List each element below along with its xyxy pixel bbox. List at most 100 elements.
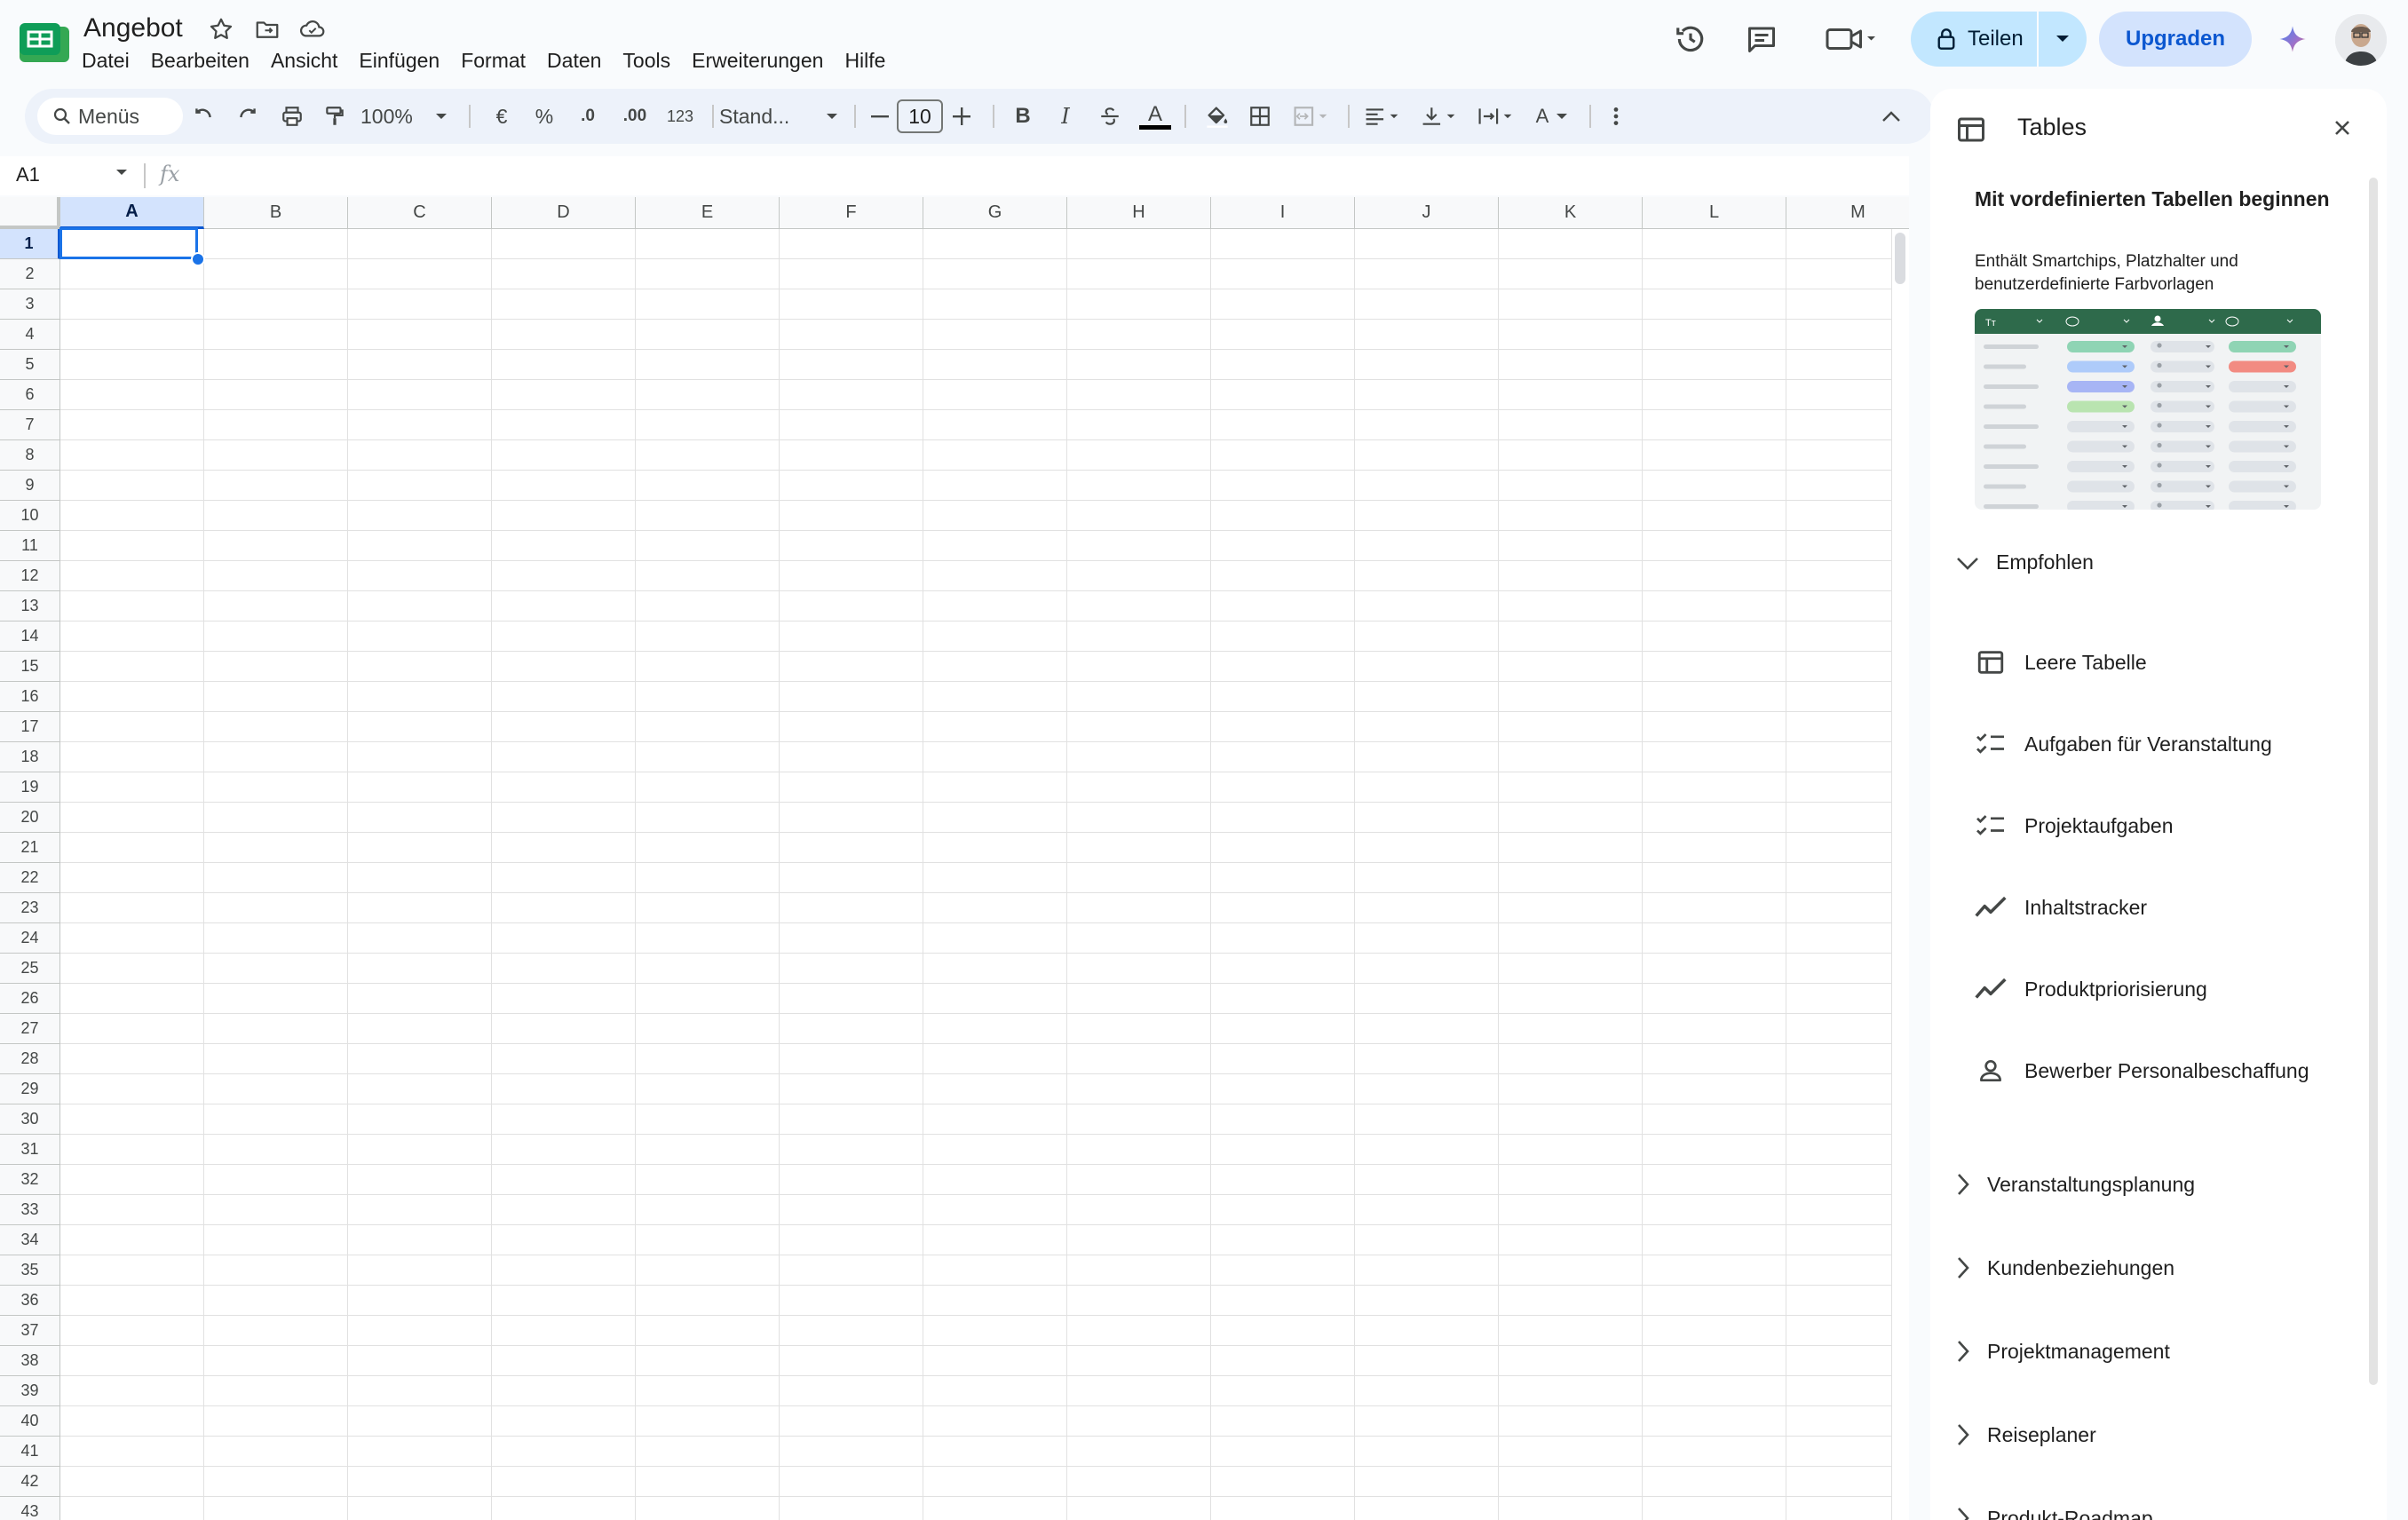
row-header-37[interactable]: 37	[0, 1316, 60, 1346]
percent-format-button[interactable]: %	[524, 99, 565, 134]
column-header-c[interactable]: C	[348, 197, 492, 229]
row-header-7[interactable]: 7	[0, 410, 60, 440]
upgrade-button[interactable]: Upgraden	[2099, 12, 2252, 67]
row-header-18[interactable]: 18	[0, 742, 60, 772]
row-header-1[interactable]: 1	[0, 229, 60, 259]
panel-scrollbar[interactable]	[2369, 178, 2378, 1385]
close-icon[interactable]	[2330, 115, 2355, 140]
column-header-m[interactable]: M	[1786, 197, 1909, 229]
borders-icon[interactable]	[1240, 99, 1280, 134]
row-header-28[interactable]: 28	[0, 1044, 60, 1074]
menu-hilfe[interactable]: Hilfe	[834, 44, 896, 76]
sheets-logo-icon[interactable]	[20, 23, 69, 62]
row-header-3[interactable]: 3	[0, 289, 60, 320]
bold-button[interactable]: B	[1003, 99, 1042, 134]
row-header-14[interactable]: 14	[0, 621, 60, 652]
share-button[interactable]: Teilen	[1911, 12, 2087, 67]
star-icon[interactable]	[208, 16, 234, 43]
fill-color-icon[interactable]	[1197, 99, 1238, 134]
column-header-b[interactable]: B	[204, 197, 348, 229]
menu-daten[interactable]: Daten	[536, 44, 612, 76]
row-header-40[interactable]: 40	[0, 1406, 60, 1437]
currency-format-button[interactable]: €	[481, 99, 522, 134]
table-template-preview[interactable]: Tт	[1975, 309, 2321, 510]
column-header-e[interactable]: E	[636, 197, 780, 229]
row-header-20[interactable]: 20	[0, 803, 60, 833]
spreadsheet-grid[interactable]: ABCDEFGHIJKLM 1 2 3 4 5 6 7 8 9 10 11 12 13 14 15 16 17 1…	[0, 197, 1909, 1520]
move-to-folder-icon[interactable]	[254, 16, 281, 43]
row-header-23[interactable]: 23	[0, 893, 60, 923]
menu-einfuegen[interactable]: Einfügen	[348, 44, 450, 76]
row-header-32[interactable]: 32	[0, 1165, 60, 1195]
menu-bearbeiten[interactable]: Bearbeiten	[140, 44, 260, 76]
row-header-8[interactable]: 8	[0, 440, 60, 471]
row-header-5[interactable]: 5	[0, 350, 60, 380]
category-produkt-roadmap[interactable]: Produkt-Roadmap	[1955, 1492, 2346, 1520]
row-header-43[interactable]: 43	[0, 1497, 60, 1520]
category-reiseplaner[interactable]: Reiseplaner	[1955, 1408, 2346, 1461]
row-header-19[interactable]: 19	[0, 772, 60, 803]
font-family-select[interactable]: Stand...	[719, 99, 826, 134]
column-header-d[interactable]: D	[492, 197, 636, 229]
vertical-scrollbar[interactable]	[1891, 229, 1909, 1520]
row-header-39[interactable]: 39	[0, 1376, 60, 1406]
more-formats-button[interactable]: 123	[655, 99, 705, 134]
select-all-corner[interactable]	[0, 197, 60, 229]
name-box-chevron-down-icon[interactable]	[115, 169, 128, 176]
column-header-g[interactable]: G	[923, 197, 1067, 229]
template-bewerber-personalbeschaffung[interactable]: Bewerber Personalbeschaffung	[1971, 1044, 2362, 1097]
row-header-24[interactable]: 24	[0, 923, 60, 954]
comments-icon[interactable]	[1742, 20, 1781, 59]
template-projektaufgaben[interactable]: Projektaufgaben	[1971, 799, 2362, 852]
row-header-9[interactable]: 9	[0, 471, 60, 501]
share-main[interactable]: Teilen	[1911, 12, 2037, 67]
meet-icon[interactable]	[1820, 20, 1882, 59]
strikethrough-icon[interactable]	[1090, 99, 1129, 134]
category-kundenbeziehungen[interactable]: Kundenbeziehungen	[1955, 1241, 2346, 1294]
merge-cells-icon[interactable]	[1282, 99, 1341, 134]
collapse-toolbar-chevron-up-icon[interactable]	[1872, 99, 1911, 134]
row-header-35[interactable]: 35	[0, 1255, 60, 1286]
font-size-decrease-button[interactable]	[861, 99, 899, 134]
font-size-input[interactable]: 10	[897, 99, 943, 133]
font-size-increase-button[interactable]	[943, 99, 980, 134]
zoom-chevron-down-icon[interactable]	[430, 99, 453, 134]
more-options-icon[interactable]	[1598, 99, 1634, 134]
search-menus-input[interactable]: Menüs	[37, 98, 183, 135]
row-header-25[interactable]: 25	[0, 954, 60, 984]
cell-area[interactable]	[60, 229, 1893, 1520]
undo-icon[interactable]	[183, 99, 224, 134]
category-veranstaltungsplanung[interactable]: Veranstaltungsplanung	[1955, 1158, 2346, 1211]
row-header-4[interactable]: 4	[0, 320, 60, 350]
column-header-j[interactable]: J	[1355, 197, 1499, 229]
version-history-icon[interactable]	[1671, 20, 1710, 59]
row-header-11[interactable]: 11	[0, 531, 60, 561]
category-projektmanagement[interactable]: Projektmanagement	[1955, 1325, 2346, 1378]
active-cell-a1[interactable]	[59, 227, 198, 259]
row-header-27[interactable]: 27	[0, 1014, 60, 1044]
row-header-38[interactable]: 38	[0, 1346, 60, 1376]
row-header-29[interactable]: 29	[0, 1074, 60, 1104]
italic-button[interactable]: I	[1046, 99, 1085, 134]
redo-icon[interactable]	[227, 99, 268, 134]
row-header-12[interactable]: 12	[0, 561, 60, 591]
template-aufgaben-fuer-veranstaltung[interactable]: Aufgaben für Veranstaltung	[1971, 717, 2362, 771]
text-color-button[interactable]: A	[1135, 99, 1176, 134]
horizontal-align-icon[interactable]	[1355, 99, 1410, 134]
menu-datei[interactable]: Datei	[71, 44, 140, 76]
vertical-scrollbar-thumb[interactable]	[1895, 233, 1905, 284]
recommended-section-toggle[interactable]: Empfohlen	[1955, 550, 2094, 574]
text-rotation-button[interactable]: A	[1525, 99, 1580, 134]
row-header-15[interactable]: 15	[0, 652, 60, 682]
row-header-30[interactable]: 30	[0, 1104, 60, 1135]
row-header-41[interactable]: 41	[0, 1437, 60, 1467]
cloud-saved-icon[interactable]	[298, 16, 325, 43]
column-header-h[interactable]: H	[1067, 197, 1211, 229]
column-header-l[interactable]: L	[1643, 197, 1786, 229]
row-header-33[interactable]: 33	[0, 1195, 60, 1225]
zoom-select[interactable]: 100%	[360, 99, 440, 134]
template-leere-tabelle[interactable]: Leere Tabelle	[1971, 636, 2362, 689]
font-family-chevron-down-icon[interactable]	[820, 99, 844, 134]
column-header-f[interactable]: F	[780, 197, 923, 229]
name-box[interactable]: A1	[16, 163, 40, 186]
